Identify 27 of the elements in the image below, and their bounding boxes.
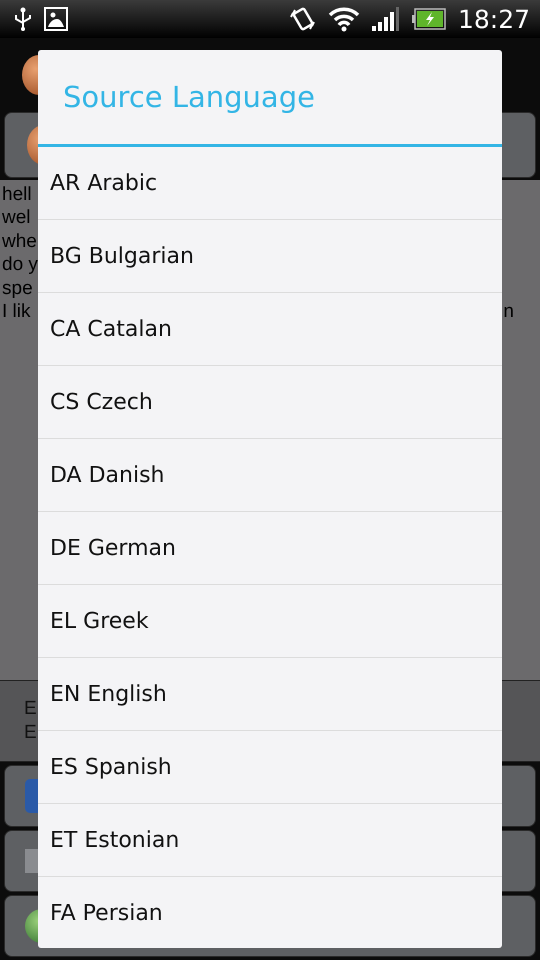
language-item[interactable]: ET Estonian [38,804,502,877]
dialog-title: Source Language [63,80,315,114]
text-line: do y [2,253,38,277]
language-item[interactable]: FA Persian [38,877,502,948]
clock-time: 18:27 [458,4,530,34]
signal-icon [372,7,400,31]
language-item[interactable]: ES Spanish [38,731,502,804]
language-item[interactable]: CA Catalan [38,293,502,366]
text-line: I lik [2,300,30,324]
language-item[interactable]: EN English [38,658,502,731]
battery-icon [412,8,446,30]
language-item[interactable]: BG Bulgarian [38,220,502,293]
text-fragment: n [503,300,514,324]
text-line: spe [2,276,33,300]
text-line: whe [2,230,37,254]
text-line: E [24,697,37,721]
language-item[interactable]: EL Greek [38,585,502,658]
text-line: hell [2,183,32,206]
usb-icon [14,7,32,31]
vibrate-icon [290,5,316,33]
language-item[interactable]: AR Arabic [38,147,502,220]
text-line: wel [2,206,31,230]
language-item[interactable]: DE German [38,512,502,585]
language-item[interactable]: DA Danish [38,439,502,512]
wifi-icon [328,6,360,32]
language-item[interactable]: CS Czech [38,366,502,439]
text-line: E [24,721,37,745]
